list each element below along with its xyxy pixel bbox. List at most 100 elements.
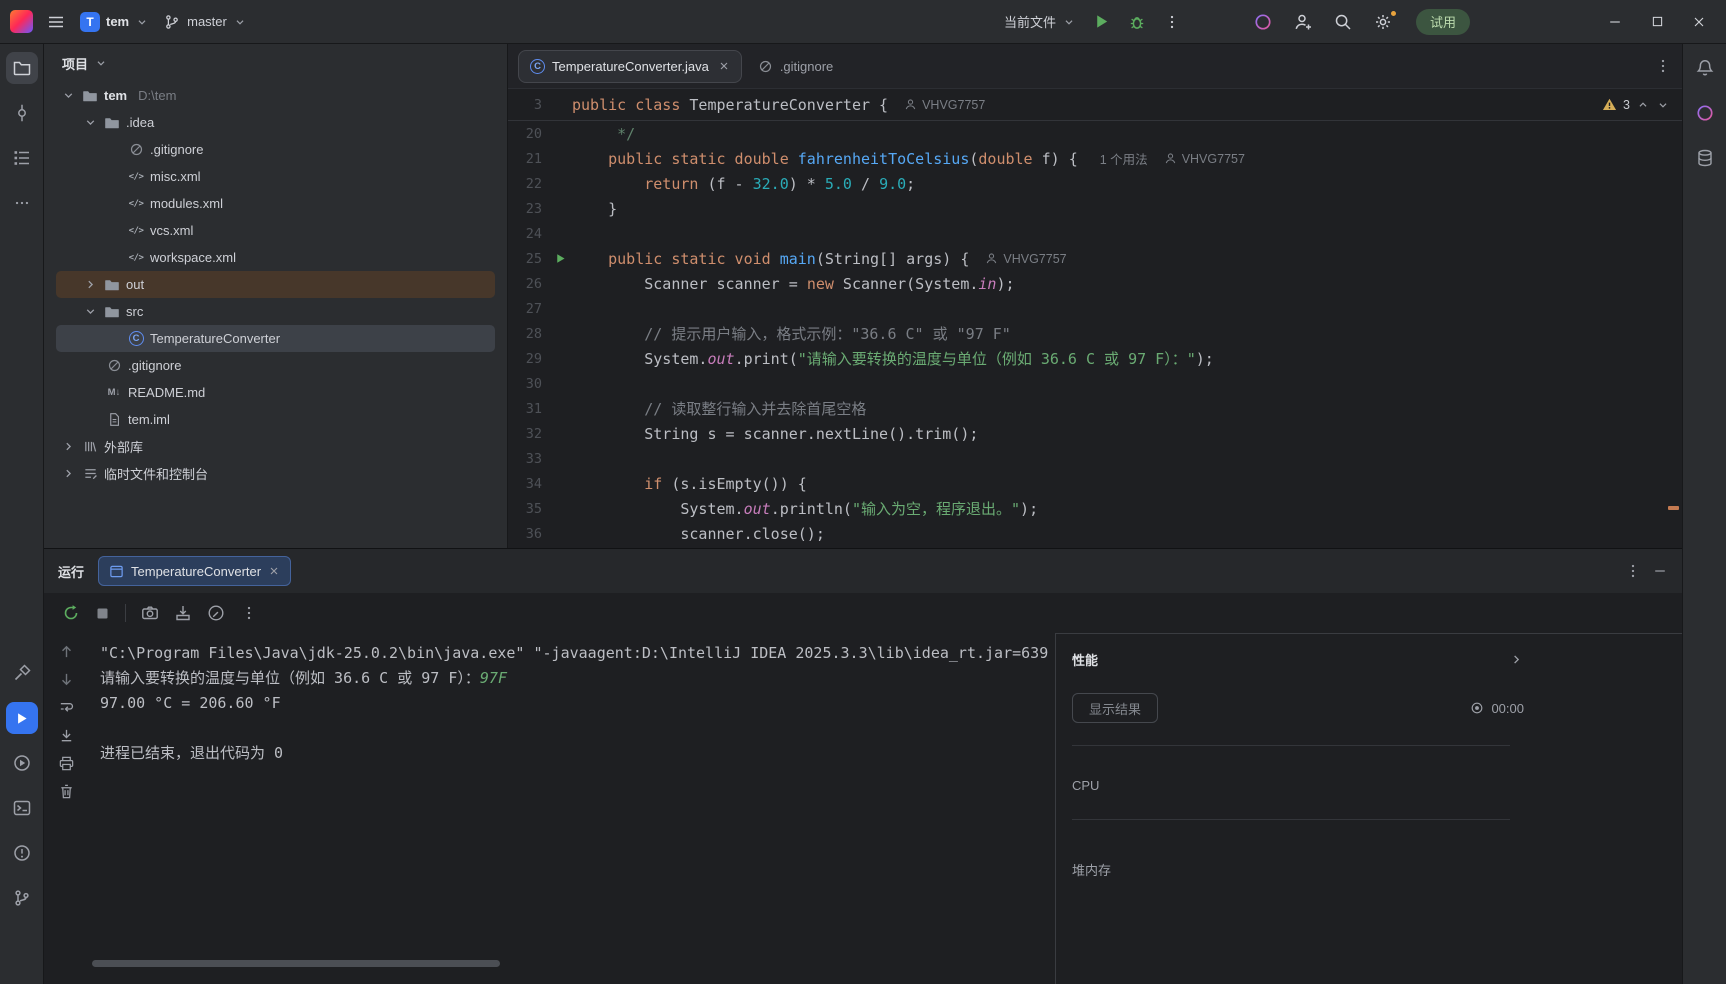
vcs-branch-button[interactable]: master — [156, 7, 254, 37]
capture-memory-button[interactable] — [174, 604, 192, 622]
inspection-widget[interactable]: 3 — [1602, 97, 1682, 112]
close-tab-icon[interactable] — [718, 60, 730, 72]
code-line-28[interactable]: 28 // 提示用户输入，格式示例："36.6 C" 或 "97 F" — [508, 321, 1682, 346]
run-options-button[interactable] — [1624, 562, 1642, 580]
rerun-button[interactable] — [62, 604, 80, 622]
chevron-down-icon[interactable] — [82, 114, 98, 132]
scroll-up-button[interactable] — [58, 643, 75, 660]
tree-item-.gitignore[interactable]: .gitignore — [56, 352, 495, 379]
code-line-29[interactable]: 29 System.out.print("请输入要转换的温度与单位（例如 36.… — [508, 346, 1682, 371]
problems-tool-button[interactable] — [6, 837, 38, 869]
titlebar: T tem master 当前文件 — [0, 0, 1726, 44]
search-everywhere-button[interactable] — [1326, 7, 1360, 37]
clear-console-button[interactable] — [58, 783, 75, 800]
minimize-button[interactable] — [1598, 7, 1632, 37]
git-tool-button[interactable] — [6, 882, 38, 914]
stop-button[interactable] — [95, 606, 110, 621]
settings-button[interactable] — [1366, 7, 1400, 37]
tree-item-vcs.xml[interactable]: </>vcs.xml — [56, 217, 495, 244]
debug-button[interactable] — [1120, 7, 1154, 37]
edit-configuration-button[interactable] — [207, 604, 225, 622]
console-output[interactable]: "C:\Program Files\Java\jdk-25.0.2\bin\ja… — [88, 633, 1055, 984]
app-logo-icon[interactable] — [10, 10, 33, 33]
code-line-27[interactable]: 27 — [508, 296, 1682, 321]
code-line-31[interactable]: 31 // 读取整行输入并去除首尾空格 — [508, 396, 1682, 421]
run-button[interactable] — [1085, 7, 1118, 37]
scroll-to-end-button[interactable] — [58, 727, 75, 744]
tab-gitignore[interactable]: .gitignore — [746, 50, 845, 83]
horizontal-scrollbar[interactable] — [92, 960, 500, 967]
terminal-tool-button[interactable] — [6, 792, 38, 824]
tree-item-tem[interactable]: temD:\tem — [56, 82, 495, 109]
run-line-button[interactable] — [548, 252, 572, 265]
commit-tool-button[interactable] — [6, 97, 38, 129]
code-line-35[interactable]: 35 System.out.println("输入为空，程序退出。"); — [508, 496, 1682, 521]
run-tool-button[interactable] — [6, 702, 38, 734]
code-with-me-button[interactable] — [1286, 7, 1320, 37]
chevron-right-icon[interactable] — [82, 276, 98, 294]
tree-item-tem.iml[interactable]: tem.iml — [56, 406, 495, 433]
next-problem-icon[interactable] — [1656, 98, 1670, 112]
project-tool-button[interactable] — [6, 52, 38, 84]
code-line-20[interactable]: 20 */ — [508, 121, 1682, 146]
tree-item-readme.md[interactable]: M↓README.md — [56, 379, 495, 406]
editor-options-button[interactable] — [1654, 57, 1672, 75]
code-line-36[interactable]: 36 scanner.close(); — [508, 521, 1682, 546]
build-tool-button[interactable] — [6, 657, 38, 689]
database-tool-button[interactable] — [1689, 142, 1721, 174]
chevron-right-icon[interactable] — [60, 438, 76, 456]
chevron-down-icon[interactable] — [60, 87, 76, 105]
print-button[interactable] — [58, 755, 75, 772]
tree-item-misc.xml[interactable]: </>misc.xml — [56, 163, 495, 190]
code-line-30[interactable]: 30 — [508, 371, 1682, 396]
chevron-right-icon[interactable] — [60, 465, 76, 483]
show-results-button[interactable]: 显示结果 — [1072, 693, 1158, 723]
tree-item-out[interactable]: out — [56, 271, 495, 298]
code-line-32[interactable]: 32 String s = scanner.nextLine().trim(); — [508, 421, 1682, 446]
close-button[interactable] — [1682, 7, 1716, 37]
error-stripe-mark[interactable] — [1668, 506, 1679, 510]
more-tool-windows-button[interactable] — [6, 187, 38, 219]
code-line-26[interactable]: 26 Scanner scanner = new Scanner(System.… — [508, 271, 1682, 296]
services-tool-button[interactable] — [6, 747, 38, 779]
main-menu-button[interactable] — [39, 7, 73, 37]
tree-item--[interactable]: 临时文件和控制台 — [56, 460, 495, 487]
run-tab-temperatureconverter[interactable]: TemperatureConverter — [98, 556, 291, 586]
code-line-24[interactable]: 24 — [508, 221, 1682, 246]
soft-wrap-button[interactable] — [58, 699, 75, 716]
structure-tool-button[interactable] — [6, 142, 38, 174]
tree-item-modules.xml[interactable]: </>modules.xml — [56, 190, 495, 217]
project-widget[interactable]: T tem — [73, 7, 156, 37]
previous-problem-icon[interactable] — [1636, 98, 1650, 112]
chevron-down-icon[interactable] — [82, 303, 98, 321]
trial-button[interactable]: 试用 — [1416, 9, 1470, 35]
tree-item-.gitignore[interactable]: .gitignore — [56, 136, 495, 163]
run-config-selector[interactable]: 当前文件 — [997, 7, 1083, 37]
notifications-button[interactable] — [1689, 52, 1721, 84]
tree-item-temperatureconverter[interactable]: CTemperatureConverter — [56, 325, 495, 352]
chevron-right-icon[interactable] — [1509, 652, 1524, 667]
ai-assistant-tool-button[interactable] — [1689, 97, 1721, 129]
code-line-22[interactable]: 22 return (f - 32.0) * 5.0 / 9.0; — [508, 171, 1682, 196]
maximize-button[interactable] — [1640, 7, 1674, 37]
tree-item-src[interactable]: src — [56, 298, 495, 325]
close-tab-icon[interactable] — [268, 565, 280, 577]
code-line-34[interactable]: 34 if (s.isEmpty()) { — [508, 471, 1682, 496]
snapshot-camera-button[interactable] — [141, 604, 159, 622]
sticky-code-line[interactable]: 3 public class TemperatureConverter {VHV… — [508, 89, 1682, 121]
code-line-25[interactable]: 25 public static void main(String[] args… — [508, 246, 1682, 271]
tab-temperatureconverter-java[interactable]: C TemperatureConverter.java — [518, 50, 742, 83]
code-line-23[interactable]: 23 } — [508, 196, 1682, 221]
ai-assistant-button[interactable] — [1246, 7, 1280, 37]
project-panel-header[interactable]: 项目 — [44, 44, 507, 82]
tree-item-workspace.xml[interactable]: </>workspace.xml — [56, 244, 495, 271]
code-line-21[interactable]: 21 public static double fahrenheitToCels… — [508, 146, 1682, 171]
more-run-actions-button[interactable] — [1156, 7, 1188, 37]
code-editor[interactable]: 20 */21 public static double fahrenheitT… — [508, 121, 1682, 548]
tree-item-.idea[interactable]: .idea — [56, 109, 495, 136]
hide-tool-window-button[interactable] — [1652, 563, 1668, 579]
console-more-options-button[interactable] — [240, 604, 258, 622]
tree-item--[interactable]: 外部库 — [56, 433, 495, 460]
scroll-down-button[interactable] — [58, 671, 75, 688]
code-line-33[interactable]: 33 — [508, 446, 1682, 471]
